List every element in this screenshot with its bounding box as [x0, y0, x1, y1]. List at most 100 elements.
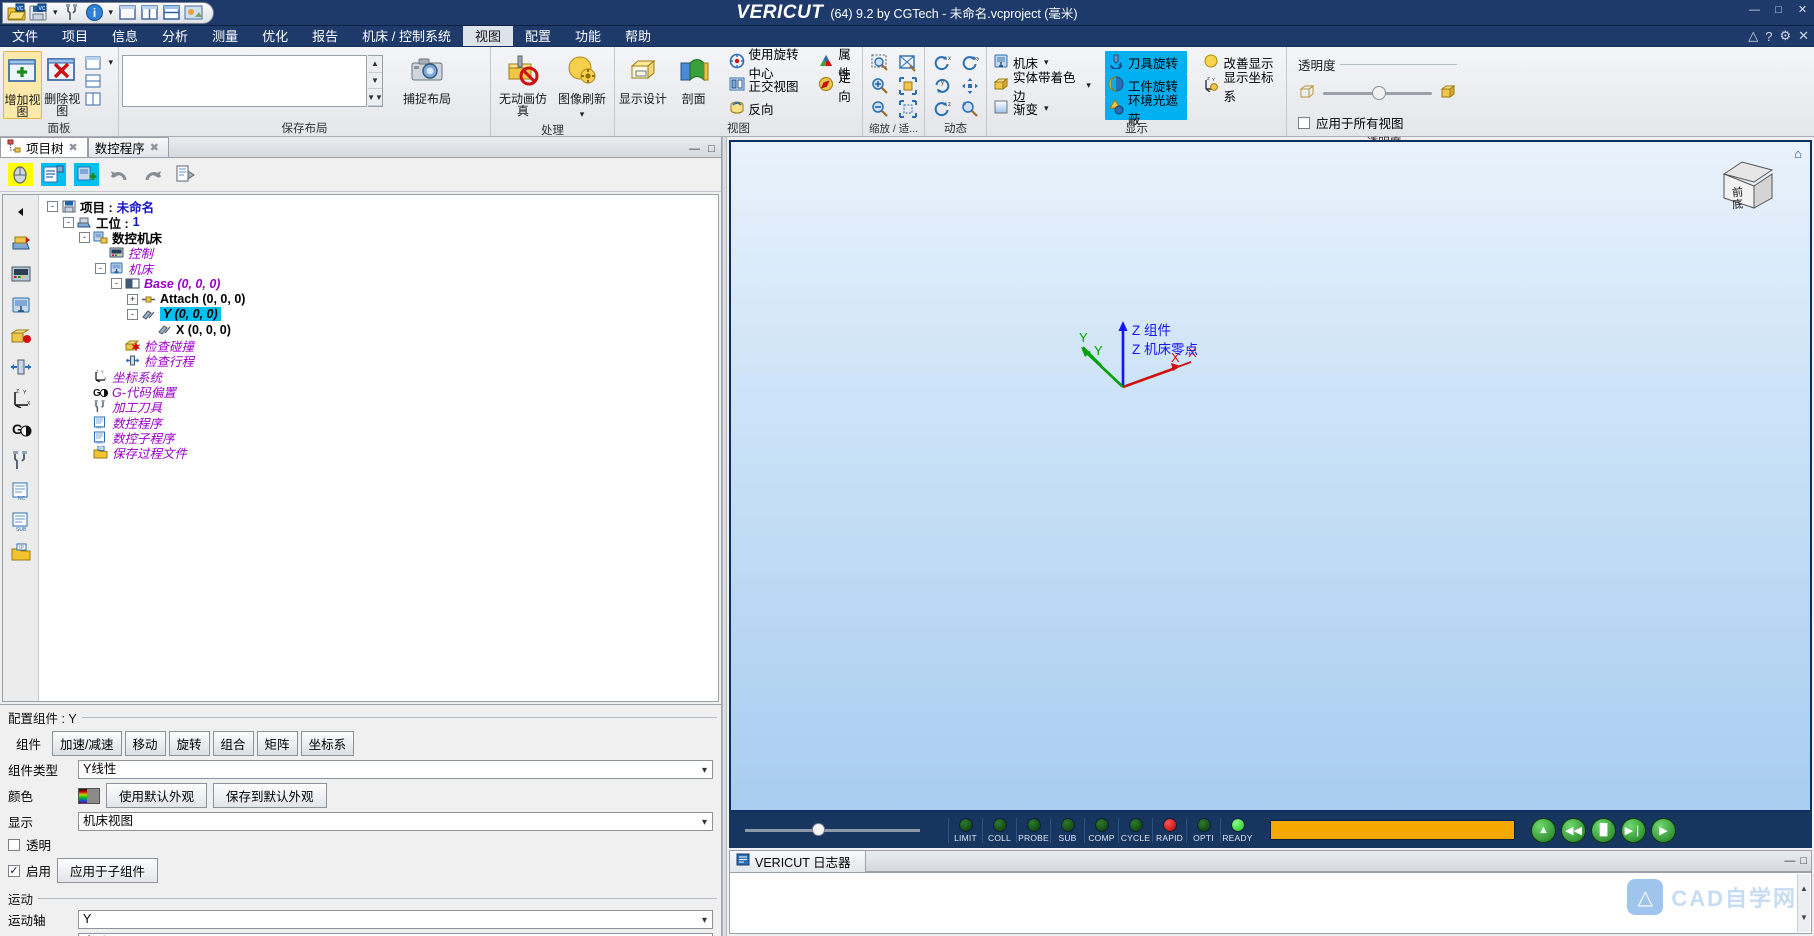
motion-axis-input[interactable]: Y: [78, 910, 713, 929]
menu-item-info[interactable]: 信息: [100, 26, 150, 46]
ip-file-icon[interactable]: IP: [5, 538, 37, 568]
tree-expander[interactable]: -: [95, 262, 106, 274]
rotate-y-icon[interactable]: y: [929, 75, 955, 96]
menu-item-view[interactable]: 视图: [462, 26, 513, 46]
step-button[interactable]: ▶❘: [1621, 817, 1646, 843]
tab-project-tree[interactable]: 项目树 ✖: [0, 137, 88, 157]
menu-item-project[interactable]: 项目: [50, 26, 100, 46]
3d-viewport[interactable]: ⌂ 前 底 Y Y X X Z 组件 Z 机床零点: [729, 140, 1812, 812]
fit-all-icon[interactable]: [895, 98, 921, 119]
home-icon[interactable]: ⌂: [1794, 146, 1802, 161]
menu-item-help[interactable]: 帮助: [613, 26, 663, 46]
delete-view-button[interactable]: 删除视图: [43, 51, 81, 117]
log-tab[interactable]: VERICUT 日志器: [730, 850, 866, 872]
config-tab-combine[interactable]: 组合: [212, 731, 254, 756]
tree-node[interactable]: - 机床: [41, 261, 718, 277]
orthographic-view-row[interactable]: 正交视图: [726, 74, 813, 97]
transparency-slider-knob[interactable]: [1372, 86, 1387, 100]
machine-base-icon[interactable]: [5, 290, 37, 320]
mouse-config-icon[interactable]: [6, 162, 34, 188]
no-animation-sim-button[interactable]: 无动画仿真: [494, 51, 552, 117]
transparent-checkbox[interactable]: [8, 838, 20, 851]
csys-icon[interactable]: ZYX: [5, 383, 37, 413]
close-icon[interactable]: ✕: [1798, 28, 1809, 44]
color-swatch[interactable]: [78, 787, 100, 804]
single-view-icon[interactable]: [118, 3, 137, 22]
menu-item-machine-control[interactable]: 机床 / 控制系统: [350, 26, 463, 46]
menu-item-file[interactable]: 文件: [0, 26, 50, 46]
config-tab-rotate[interactable]: 旋转: [168, 731, 210, 756]
ambient-occlusion-toggle[interactable]: 环境光遮蔽: [1104, 94, 1188, 127]
export-icon[interactable]: [171, 162, 199, 188]
config-tab-matrix[interactable]: 矩阵: [256, 731, 298, 756]
config-tab-csys[interactable]: 坐标系: [300, 731, 355, 756]
minimize-icon[interactable]: —: [688, 143, 701, 155]
restore-icon[interactable]: □: [705, 143, 718, 155]
layout-list-scrollbar[interactable]: ▲ ▼ ▼▼: [367, 55, 383, 107]
chevron-down-icon[interactable]: ▾: [51, 3, 60, 22]
show-design-button[interactable]: 显示设计: [618, 51, 668, 105]
render-icon[interactable]: [184, 3, 203, 22]
minimize-button[interactable]: —: [1747, 3, 1762, 17]
fixture-icon[interactable]: [5, 321, 37, 351]
saved-layout-list[interactable]: [122, 55, 367, 107]
chevron-down-icon[interactable]: ▾: [578, 105, 587, 124]
tree-node[interactable]: + Attach (0, 0, 0): [41, 291, 718, 306]
collapse-arrow-icon[interactable]: [5, 197, 37, 227]
tree-expander[interactable]: +: [127, 293, 138, 305]
redo-icon[interactable]: [138, 162, 166, 188]
menu-item-measure[interactable]: 测量: [200, 26, 250, 46]
tool-icon[interactable]: [5, 445, 37, 475]
apply-all-views-row[interactable]: 应用于所有视图: [1298, 113, 1457, 132]
section-button[interactable]: 剖面: [669, 51, 719, 105]
use-rotation-center-row[interactable]: 使用旋转中心: [726, 48, 813, 81]
tool-rotate-toggle[interactable]: 刀具旋转: [1104, 51, 1188, 74]
tree-expander[interactable]: -: [79, 231, 90, 243]
rotate-x-icon[interactable]: x: [929, 52, 955, 73]
layout-grid-icon[interactable]: [82, 90, 104, 108]
undo-icon[interactable]: [105, 162, 133, 188]
edit-list-icon[interactable]: [39, 162, 67, 188]
menu-item-function[interactable]: 功能: [563, 26, 613, 46]
play-button[interactable]: ▶: [1651, 817, 1676, 843]
tree-node[interactable]: - Y (0, 0, 0): [41, 307, 718, 322]
scroll-down-icon[interactable]: ▼: [368, 73, 382, 90]
enable-checkbox[interactable]: [8, 864, 20, 877]
fit-selected-icon[interactable]: [895, 75, 921, 96]
info-icon[interactable]: i: [85, 3, 104, 22]
tree-expander[interactable]: -: [47, 201, 58, 213]
view-cube[interactable]: 前 底: [1716, 156, 1780, 218]
zoom-out-icon[interactable]: [867, 98, 893, 119]
two-view-icon[interactable]: [140, 3, 159, 22]
tree-expander[interactable]: -: [127, 308, 138, 320]
use-default-appearance-button[interactable]: 使用默认外观: [106, 783, 208, 808]
control-icon[interactable]: [5, 259, 37, 289]
menu-item-config[interactable]: 配置: [513, 26, 563, 46]
tree-expander[interactable]: -: [63, 216, 74, 228]
tab-nc-program[interactable]: 数控程序 ✖: [87, 137, 169, 157]
display-gradient-row[interactable]: 渐变 ▾: [990, 97, 1096, 120]
layout-horizontal-icon[interactable]: [82, 72, 104, 90]
display-input[interactable]: 机床视图: [78, 812, 713, 831]
project-tree[interactable]: - 项目 : 未命名 - 工位 :1- 数控机床 控制 - 机床 - Base (0, 0, 0) +…: [39, 195, 718, 701]
close-button[interactable]: ✕: [1795, 3, 1810, 17]
component-type-input[interactable]: Y线性: [78, 760, 713, 779]
refresh-image-button[interactable]: 图像刷新 ▾: [553, 51, 611, 124]
menu-item-analysis[interactable]: 分析: [150, 26, 200, 46]
simulation-speed-knob[interactable]: [811, 822, 825, 836]
close-icon[interactable]: ✖: [69, 141, 78, 154]
tree-expander[interactable]: -: [111, 278, 122, 290]
capture-layout-button[interactable]: 捕捉布局: [398, 51, 456, 105]
rotate-z-icon[interactable]: z: [929, 98, 955, 119]
open-icon[interactable]: VC: [7, 3, 26, 22]
station-icon[interactable]: [5, 228, 37, 258]
scroll-up-icon[interactable]: ▲: [368, 56, 382, 73]
log-scrollbar[interactable]: ▲ ▼: [1797, 874, 1810, 932]
apply-to-children-button[interactable]: 应用于子组件: [57, 858, 159, 883]
reset-button[interactable]: ▲: [1531, 817, 1556, 843]
orient-row[interactable]: 定向: [815, 71, 859, 104]
reverse-row[interactable]: 反向: [726, 97, 813, 120]
chevron-down-icon[interactable]: ▾: [1042, 99, 1051, 118]
tree-node[interactable]: - 项目 : 未命名: [41, 199, 718, 215]
save-icon[interactable]: VC: [29, 3, 48, 22]
